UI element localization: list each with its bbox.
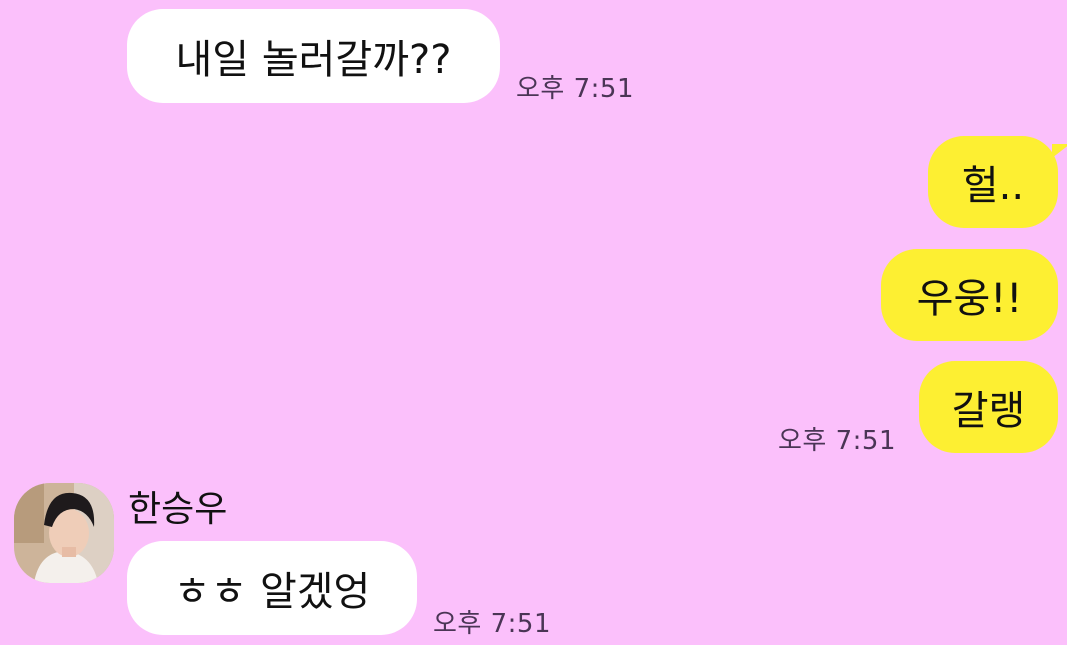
message-timestamp: 오후 7:51 <box>433 609 551 639</box>
bubble-tail <box>1052 144 1067 158</box>
outgoing-message-bubble[interactable]: 우웅!! <box>881 249 1058 341</box>
message-timestamp: 오후 7:51 <box>516 74 634 104</box>
chat-view: 내일 놀러갈까?? 오후 7:51 헐.. 우웅!! 갈랭 오후 7:51 한승… <box>0 0 1067 645</box>
message-text: 우웅!! <box>916 276 1023 322</box>
message-text: 내일 놀러갈까?? <box>175 37 452 83</box>
message-text: 헐.. <box>961 163 1025 209</box>
profile-photo-icon <box>14 483 114 583</box>
incoming-message-bubble[interactable]: 내일 놀러갈까?? <box>127 9 500 103</box>
message-text: 갈랭 <box>951 388 1026 434</box>
message-timestamp: 오후 7:51 <box>778 426 896 456</box>
outgoing-message-bubble[interactable]: 갈랭 <box>919 361 1058 453</box>
sender-name: 한승우 <box>128 489 228 530</box>
message-text: ㅎㅎ 알겠엉 <box>173 569 371 615</box>
outgoing-message-bubble[interactable]: 헐.. <box>928 136 1067 228</box>
avatar[interactable] <box>14 483 114 583</box>
incoming-message-bubble[interactable]: ㅎㅎ 알겠엉 <box>127 541 417 635</box>
